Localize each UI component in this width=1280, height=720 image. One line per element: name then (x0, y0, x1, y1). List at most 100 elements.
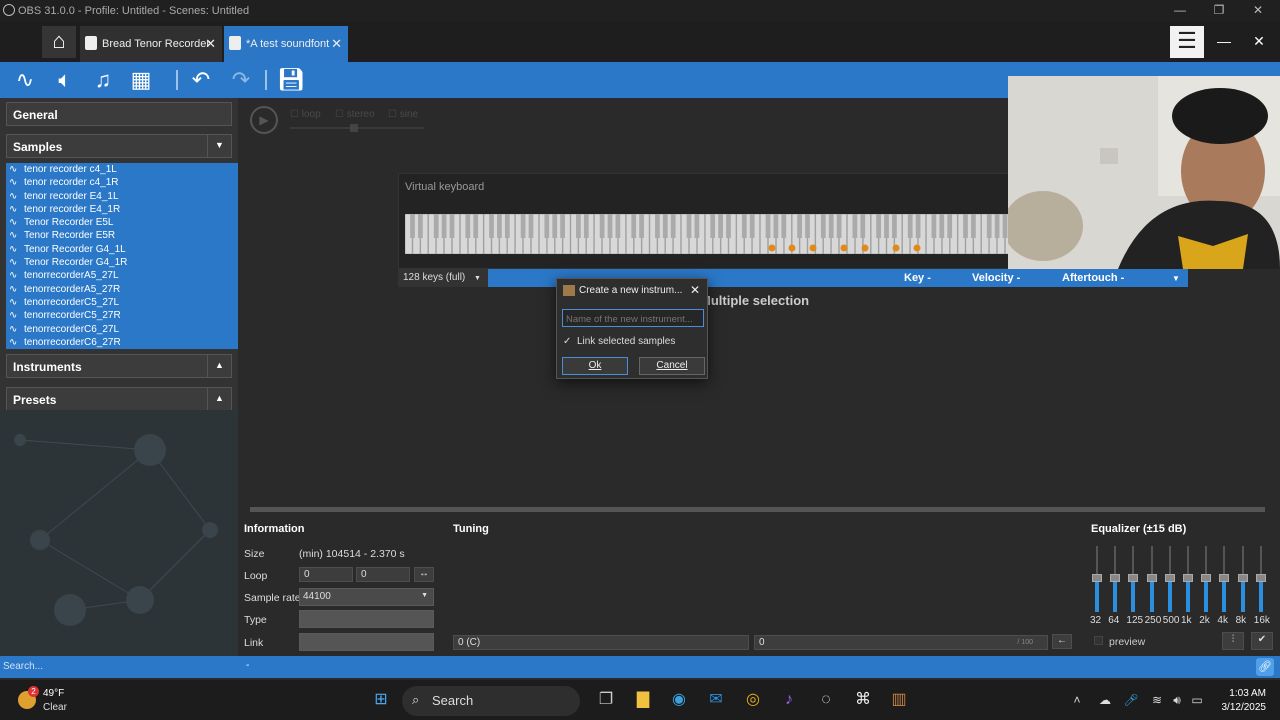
tree-header-general[interactable]: General (6, 102, 232, 126)
sample-list-item[interactable]: ∿ Tenor Recorder G4_1L (6, 243, 238, 256)
black-key[interactable] (828, 214, 834, 238)
search-input[interactable]: Search... (0, 658, 240, 676)
tree-header-presets[interactable]: Presets ▲ (6, 387, 232, 411)
expand-arrow-icon[interactable]: ▲ (207, 387, 231, 411)
edge-browser-icon[interactable]: ◉ (668, 690, 690, 710)
black-key[interactable] (544, 214, 550, 238)
outlook-icon[interactable]: ✉ (705, 690, 727, 710)
black-key[interactable] (947, 214, 953, 238)
black-key[interactable] (504, 214, 510, 238)
eq-slider-16k[interactable] (1255, 546, 1266, 612)
cancel-button[interactable]: Cancel (639, 357, 705, 375)
chevron-up-icon[interactable]: ˄ (1066, 690, 1088, 710)
file-explorer-icon[interactable]: ▇ (632, 690, 654, 710)
capcut-icon[interactable]: ⌘ (852, 690, 874, 710)
app-minimize-button[interactable]: — (1214, 33, 1234, 49)
sample-list-item[interactable]: ∿ Tenor Recorder E5L (6, 216, 238, 229)
eq-slider-125[interactable] (1128, 546, 1139, 612)
black-key[interactable] (852, 214, 858, 238)
speaker-icon[interactable]: 🔈︎ (50, 66, 80, 94)
black-key[interactable] (686, 214, 692, 238)
root-key-spinbox[interactable]: 0 (C) (453, 635, 749, 650)
sample-list-item[interactable]: ∿ tenorrecorderC6_27R (6, 336, 238, 349)
sample-list-item[interactable]: ∿ tenor recorder c4_1L (6, 163, 238, 176)
music-note-icon[interactable]: ♫ (88, 66, 118, 94)
black-key[interactable] (986, 214, 992, 238)
link-select[interactable] (299, 633, 434, 651)
eq-slider-2k[interactable] (1201, 546, 1212, 612)
black-key[interactable] (1002, 214, 1008, 238)
loop-swap-button[interactable]: ↔ (414, 567, 434, 582)
eq-slider-4k[interactable] (1219, 546, 1230, 612)
stereo-checkbox[interactable]: ☐ stereo (335, 109, 375, 120)
black-key[interactable] (552, 214, 558, 238)
cloud-icon[interactable]: ☁ (1094, 690, 1116, 710)
black-key[interactable] (662, 214, 668, 238)
equalizer-apply-button[interactable]: ✔ (1251, 632, 1273, 650)
black-key[interactable] (670, 214, 676, 238)
waveform-icon[interactable]: ∿ (10, 66, 40, 94)
collapse-arrow-icon[interactable]: ▼ (207, 134, 231, 158)
black-key[interactable] (781, 214, 787, 238)
horizontal-splitter[interactable] (238, 503, 1280, 517)
loop-checkbox[interactable]: ☐ loop (290, 109, 321, 120)
tree-header-instruments[interactable]: Instruments ▲ (6, 354, 232, 378)
black-key[interactable] (963, 214, 968, 238)
keyboard-options-dropdown-icon[interactable]: ▼ (1172, 274, 1180, 283)
microphone-icon[interactable]: 🎤︎ (1120, 690, 1142, 710)
sample-list-item[interactable]: ∿ tenor recorder E4_1L (6, 190, 238, 203)
obs-studio-icon[interactable]: ◌ (815, 690, 837, 710)
undo-icon[interactable]: ↶ (186, 66, 216, 94)
sine-checkbox[interactable]: ☐ sine (388, 109, 418, 120)
sample-list-item[interactable]: ∿ Tenor Recorder E5R (6, 229, 238, 242)
eq-slider-64[interactable] (1110, 546, 1121, 612)
sample-list-item[interactable]: ∿ tenorrecorderA5_27R (6, 283, 238, 296)
tab-close-icon[interactable]: ✕ (205, 36, 216, 52)
black-key[interactable] (449, 214, 455, 238)
black-key[interactable] (528, 214, 534, 238)
eq-slider-32[interactable] (1092, 546, 1102, 612)
wifi-icon[interactable]: ≋ (1146, 690, 1168, 710)
black-key[interactable] (655, 214, 660, 238)
black-key[interactable] (418, 214, 423, 238)
redo-icon[interactable]: ↷ (226, 66, 256, 94)
sample-list-item[interactable]: ∿ Tenor Recorder G4_1R (6, 256, 238, 269)
app-close-button[interactable]: ✕ (1249, 33, 1269, 50)
black-key[interactable] (797, 214, 802, 238)
black-key[interactable] (939, 214, 945, 238)
slider-handle[interactable] (1255, 574, 1266, 582)
black-key[interactable] (971, 214, 976, 238)
eq-slider-500[interactable] (1164, 546, 1175, 612)
black-key[interactable] (639, 214, 644, 238)
sample-rate-select[interactable]: 44100 ▼ (299, 588, 434, 606)
loop-end-spinbox[interactable]: 0 (356, 567, 410, 582)
black-key[interactable] (710, 214, 716, 238)
black-key[interactable] (441, 214, 447, 238)
black-key[interactable] (583, 214, 589, 238)
slider-handle[interactable] (1219, 574, 1230, 582)
black-key[interactable] (860, 214, 866, 238)
slider-handle[interactable] (1146, 574, 1157, 582)
black-key[interactable] (915, 214, 921, 238)
dialog-close-icon[interactable]: ✕ (690, 283, 700, 297)
main-menu-button[interactable]: ☰ (1170, 26, 1204, 58)
slider-handle[interactable] (1237, 574, 1248, 582)
slider-handle[interactable] (1110, 574, 1121, 582)
slider-handle[interactable] (1183, 574, 1193, 582)
taskbar-search[interactable]: ⌕ Search (402, 686, 580, 716)
sample-list-item[interactable]: ∿ tenorrecorderC5_27L (6, 296, 238, 309)
sample-list-item[interactable]: ∿ tenor recorder c4_1R (6, 176, 238, 189)
tab-close-icon[interactable]: ✕ (331, 36, 342, 52)
black-key[interactable] (694, 214, 700, 238)
eq-slider-250[interactable] (1146, 546, 1157, 612)
black-key[interactable] (726, 214, 731, 238)
black-key[interactable] (489, 214, 494, 238)
chrome-icon[interactable]: ◎ (742, 690, 764, 710)
eq-slider-8k[interactable] (1237, 546, 1248, 612)
tab-bread-tenor-recorder[interactable]: Bread Tenor Recorder ✕ (80, 26, 222, 62)
black-key[interactable] (741, 214, 747, 238)
black-key[interactable] (473, 214, 479, 238)
slider-handle[interactable] (1201, 574, 1212, 582)
black-key[interactable] (433, 214, 439, 238)
black-key[interactable] (607, 214, 613, 238)
